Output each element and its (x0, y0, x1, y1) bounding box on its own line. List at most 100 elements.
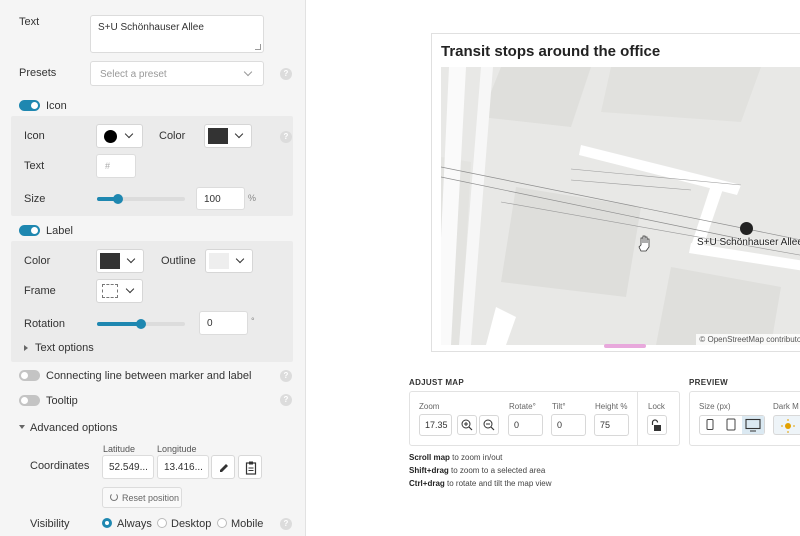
icon-label: Icon (24, 130, 45, 142)
chevron-down-icon (126, 254, 136, 264)
tilt-value: 0 (557, 420, 563, 430)
visibility-radio-always[interactable] (102, 518, 112, 528)
adjust-map-heading: ADJUST MAP (409, 378, 465, 387)
chevron-down-icon (234, 129, 244, 139)
longitude-input[interactable]: 13.416... (157, 455, 209, 479)
tablet-size-button[interactable] (721, 416, 741, 434)
text-options-toggle[interactable]: Text options (35, 342, 94, 354)
text-value: S+U Schönhauser Allee (98, 22, 204, 33)
icon-picker[interactable] (96, 124, 143, 148)
size-label: Size (24, 193, 46, 205)
rotate-value: 0 (514, 420, 520, 430)
size-slider-handle[interactable] (113, 194, 123, 204)
visibility-radio-desktop[interactable] (157, 518, 167, 528)
text-label: Text (19, 16, 40, 28)
size-unit: % (248, 193, 257, 203)
height-label: Height % (595, 402, 628, 411)
tilt-input[interactable]: 0 (551, 414, 586, 436)
connecting-line-toggle[interactable] (19, 370, 40, 381)
tilt-label: Tilt° (552, 402, 566, 411)
light-mode-button[interactable] (773, 415, 800, 435)
tooltip-toggle[interactable] (19, 395, 40, 406)
reset-icon (110, 493, 118, 501)
rotate-label: Rotate° (509, 402, 536, 411)
longitude-value: 13.416... (164, 462, 203, 473)
icon-text-input[interactable]: # (96, 154, 136, 178)
icon-color-picker[interactable] (204, 124, 252, 148)
longitude-label: Longitude (157, 444, 197, 454)
visibility-radio-mobile[interactable] (217, 518, 227, 528)
unlock-icon (651, 419, 661, 431)
zoom-out-button[interactable] (479, 415, 499, 435)
latitude-input[interactable]: 52.549... (102, 455, 154, 479)
zoom-label: Zoom (419, 402, 440, 411)
label-color-label: Color (24, 255, 51, 267)
reset-position-button[interactable]: Reset position (102, 487, 182, 508)
lock-label: Lock (648, 402, 665, 411)
coordinates-label: Coordinates (30, 460, 90, 472)
rotation-input[interactable]: 0 (199, 311, 248, 335)
clipboard-icon (245, 461, 257, 475)
resize-handle[interactable] (604, 344, 646, 348)
lock-button[interactable] (647, 415, 667, 435)
hint-scroll: Scroll map to zoom in/out (409, 453, 503, 462)
chevron-down-icon (243, 67, 253, 77)
frame-label: Frame (24, 285, 56, 297)
help-icon[interactable]: ? (280, 131, 292, 143)
caret-right-icon[interactable] (24, 345, 28, 351)
rotation-unit: ° (251, 316, 255, 326)
rotation-slider-handle[interactable] (136, 319, 146, 329)
outline-label: Outline (161, 255, 196, 267)
visibility-option-mobile[interactable]: Mobile (231, 518, 263, 530)
help-icon[interactable]: ? (280, 370, 292, 382)
rotation-slider[interactable] (97, 319, 185, 329)
map-marker[interactable] (740, 222, 753, 235)
size-slider[interactable] (97, 194, 185, 204)
visibility-option-desktop[interactable]: Desktop (171, 518, 211, 530)
paste-coordinates-button[interactable] (238, 455, 262, 479)
map-view[interactable]: S+U Schönhauser Allee © OpenStreetMap co… (441, 67, 800, 345)
desktop-size-button[interactable] (742, 416, 764, 434)
map-title: Transit stops around the office (441, 43, 661, 60)
zoom-in-button[interactable] (457, 415, 477, 435)
help-icon[interactable]: ? (280, 68, 292, 80)
size-input[interactable]: 100 (196, 187, 245, 210)
outline-color-picker[interactable] (205, 249, 253, 273)
dashed-frame-icon (102, 284, 118, 298)
icon-color-label: Color (159, 130, 186, 142)
label-toggle[interactable] (19, 225, 40, 236)
help-icon[interactable]: ? (280, 394, 292, 406)
map-attribution: © OpenStreetMap contributors (696, 334, 800, 345)
presets-label: Presets (19, 67, 57, 79)
visibility-option-always[interactable]: Always (117, 518, 152, 530)
divider (637, 391, 638, 446)
icon-text-label: Text (24, 160, 45, 172)
text-textarea[interactable]: S+U Schönhauser Allee (90, 15, 264, 53)
color-swatch (208, 128, 228, 144)
help-icon[interactable]: ? (280, 518, 292, 530)
pick-on-map-button[interactable] (211, 455, 235, 479)
visibility-label: Visibility (30, 518, 70, 530)
icon-toggle[interactable] (19, 100, 40, 111)
mobile-size-button[interactable] (700, 416, 720, 434)
color-swatch (100, 253, 120, 269)
caret-down-icon[interactable] (19, 425, 25, 429)
zoom-in-icon (461, 419, 473, 431)
phone-icon (706, 419, 714, 430)
resize-handle-icon[interactable] (255, 44, 261, 50)
hint-shift-drag: Shift+drag to zoom to a selected area (409, 466, 546, 475)
rotate-input[interactable]: 0 (508, 414, 543, 436)
desktop-icon (745, 418, 761, 432)
marker-editor-panel: Text S+U Schönhauser Allee Presets Selec… (0, 0, 306, 536)
label-color-picker[interactable] (96, 249, 144, 273)
height-input[interactable]: 75 (594, 414, 629, 436)
rotation-value: 0 (207, 318, 213, 329)
frame-picker[interactable] (96, 279, 143, 303)
circle-icon (104, 130, 117, 143)
advanced-options-toggle[interactable]: Advanced options (30, 422, 117, 434)
zoom-input[interactable]: 17.35 (419, 414, 452, 436)
map-marker-label: S+U Schönhauser Allee (697, 237, 800, 248)
presets-select[interactable]: Select a preset (90, 61, 264, 86)
color-swatch (209, 253, 229, 269)
reset-label: Reset position (122, 493, 180, 503)
